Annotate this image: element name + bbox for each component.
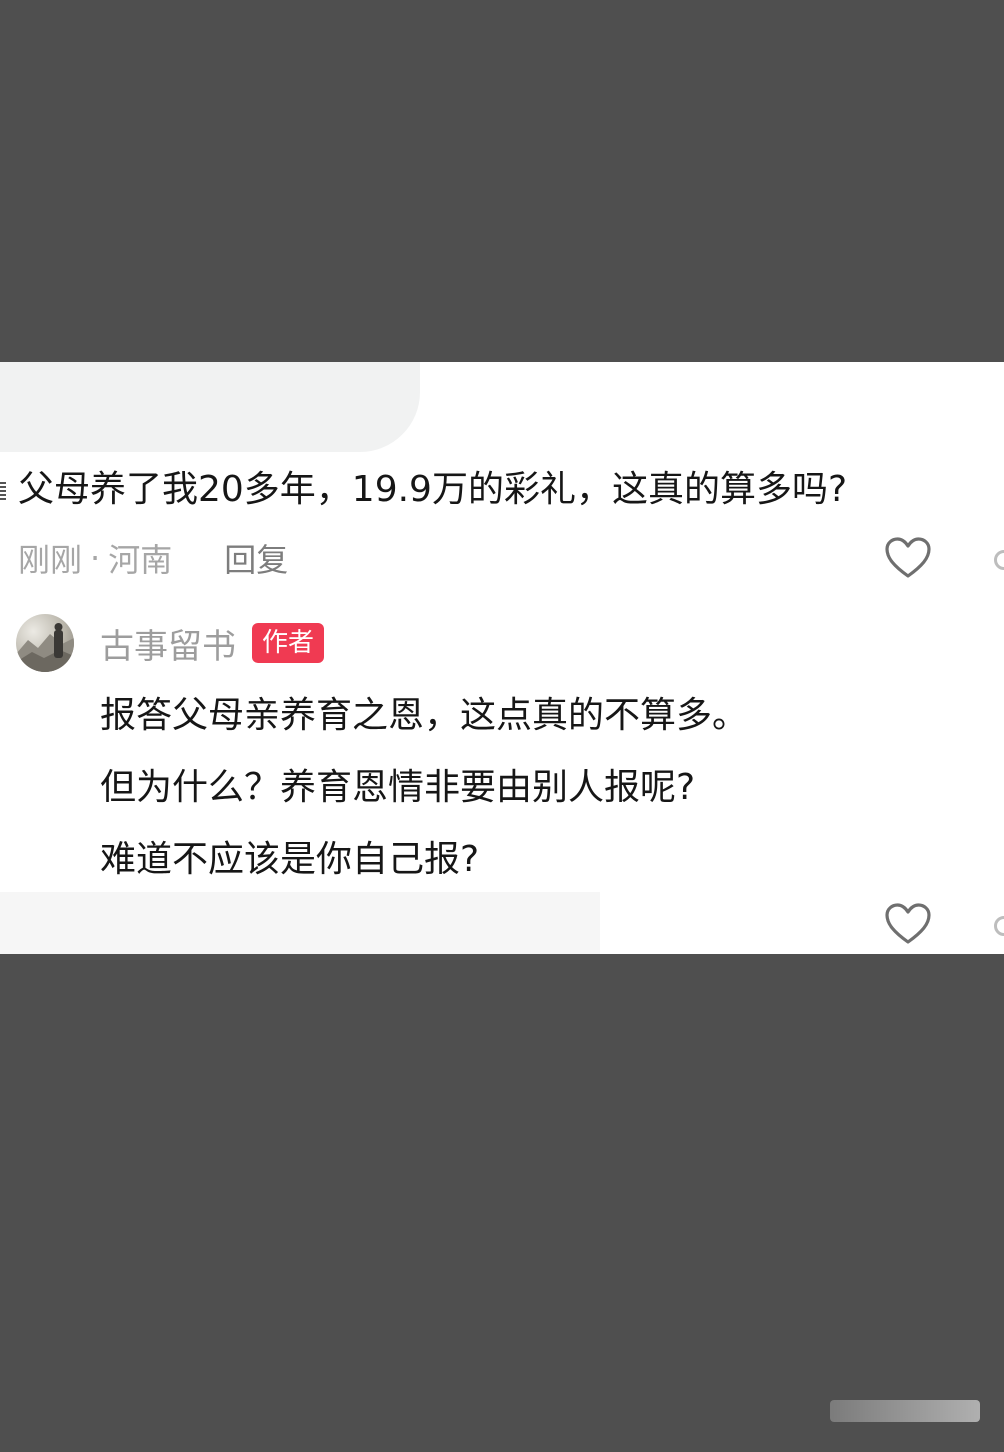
comment-card: 父母养了我20多年，19.9万的彩礼，这真的算多吗? 刚刚 · 河南 回复 古事… bbox=[0, 362, 1004, 954]
edge-artifact bbox=[0, 482, 6, 500]
author-badge: 作者 bbox=[252, 623, 325, 663]
cut-off-icon bbox=[994, 550, 1004, 570]
reply-text: 报答父母亲养育之恩，这点真的不算多。 但为什么？养育恩情非要由别人报呢? 难道不… bbox=[100, 680, 980, 896]
avatar-image bbox=[16, 623, 74, 672]
author-avatar[interactable] bbox=[16, 614, 74, 672]
next-comment-fade bbox=[0, 892, 600, 954]
reply-line: 但为什么？养育恩情非要由别人报呢? bbox=[100, 767, 696, 808]
heart-outline-icon bbox=[885, 903, 931, 944]
previous-comment-fade bbox=[0, 362, 420, 452]
cut-off-icon bbox=[994, 916, 1004, 936]
reply-line: 报答父母亲养育之恩，这点真的不算多。 bbox=[100, 695, 749, 736]
author-name[interactable]: 古事留书 bbox=[100, 619, 236, 668]
comment-location: 河南 bbox=[108, 541, 173, 579]
like-button[interactable] bbox=[884, 902, 932, 946]
comment-time: 刚刚 bbox=[18, 541, 83, 579]
author-row: 古事留书 作者 bbox=[100, 619, 325, 668]
comment-meta: 刚刚 · 河南 回复 bbox=[18, 534, 288, 582]
reply-line: 难道不应该是你自己报? bbox=[100, 839, 480, 880]
like-button[interactable] bbox=[884, 536, 932, 580]
heart-outline-icon bbox=[885, 537, 931, 578]
watermark bbox=[830, 1400, 980, 1422]
comment-text: 父母养了我20多年，19.9万的彩礼，这真的算多吗? bbox=[18, 469, 848, 510]
meta-separator: · bbox=[90, 539, 101, 577]
reply-button[interactable]: 回复 bbox=[224, 535, 288, 581]
